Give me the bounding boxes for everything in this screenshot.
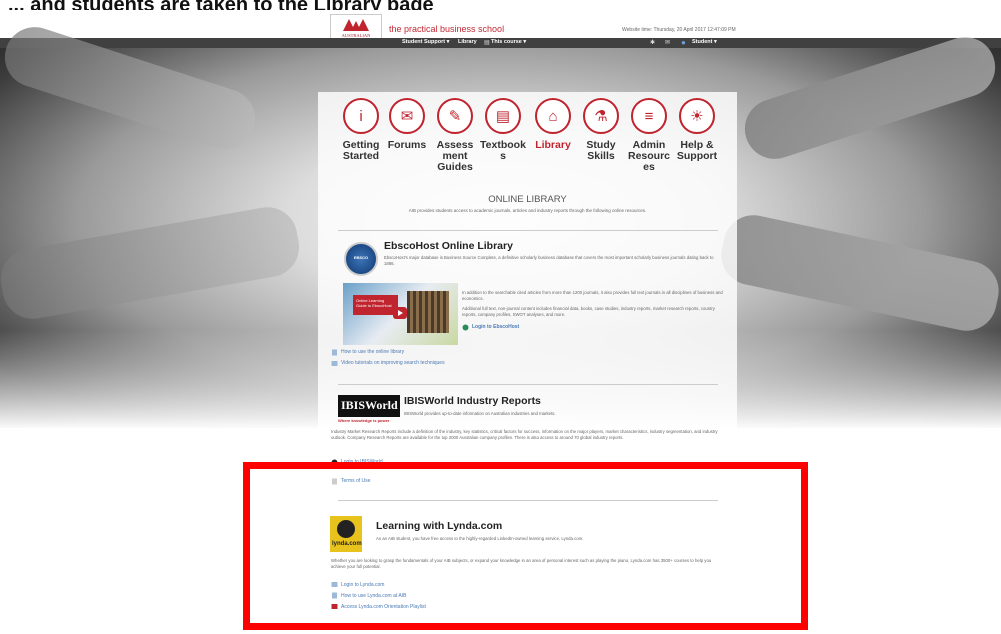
category-forums[interactable]: ✉ Forums — [384, 98, 430, 151]
video-title-bar: Online Learning Guide to EbscoHost — [353, 295, 398, 315]
category-label: Help & Support — [676, 139, 718, 162]
list-icon: ≡ — [631, 98, 667, 134]
ebsco-paragraph: In addition to the searchable cited arti… — [462, 290, 723, 301]
category-label: Forums — [387, 139, 427, 151]
info-icon: i — [343, 98, 379, 134]
settings-icon[interactable]: ✱ — [650, 39, 655, 46]
nav-library[interactable]: Library — [458, 39, 477, 45]
mail-icon[interactable]: ✉ — [665, 39, 670, 46]
category-library[interactable]: ⌂ Library — [530, 98, 576, 151]
nav-student-support[interactable]: Student Support ▾ — [402, 39, 449, 45]
library-icon: ⌂ — [535, 98, 571, 134]
category-textbooks[interactable]: ▤ Textbooks — [480, 98, 526, 162]
ibisworld-logo: IBISWorld — [338, 395, 400, 417]
category-label: Assessment Guides — [436, 139, 474, 173]
category-label: Admin Resources — [627, 139, 670, 173]
category-label: Library — [535, 139, 571, 151]
nav-this-course[interactable]: This course ▾ — [491, 39, 526, 45]
tagline: the practical business school — [389, 24, 505, 34]
ibisworld-tagline: Where knowledge is power — [338, 418, 390, 423]
hand-image — [715, 209, 1001, 337]
aib-logo-mark-icon — [343, 19, 369, 31]
ebsco-login-link[interactable]: Login to EbscoHost — [472, 324, 519, 330]
ebsco-logo: EBSCO — [344, 242, 378, 276]
category-assessment-guides[interactable]: ✎ Assessment Guides — [432, 98, 478, 173]
category-getting-started[interactable]: i Getting Started — [338, 98, 384, 162]
ibisworld-description: IBISWorld provides up-to-date informatio… — [404, 411, 556, 416]
bookshelf-image — [407, 291, 449, 333]
divider — [338, 384, 718, 385]
lightbulb-icon: ☀ — [679, 98, 715, 134]
ibisworld-title: IBISWorld Industry Reports — [404, 395, 541, 407]
book-icon: ▤ — [485, 98, 521, 134]
ibisworld-body: Industry Market Research Reports include… — [331, 429, 718, 440]
avatar-icon: ● — [681, 38, 686, 47]
document-icon: ✎ — [437, 98, 473, 134]
flask-icon: ⚗ — [583, 98, 619, 134]
site-header: AUSTRALIAN INSTITUTE of BUSINESS the pra… — [0, 10, 1001, 52]
category-label: Textbooks — [480, 139, 526, 162]
video-tutorial-link[interactable]: Video tutorials on improving search tech… — [341, 360, 445, 366]
link-icon — [462, 324, 469, 331]
highlight-box — [243, 462, 808, 630]
category-label: Getting Started — [342, 139, 380, 162]
category-label: Study Skills — [586, 139, 616, 162]
category-admin-resources[interactable]: ≡ Admin Resources — [626, 98, 672, 173]
library-help-link[interactable]: How to use the online library — [341, 349, 404, 355]
hand-image — [0, 202, 304, 324]
category-study-skills[interactable]: ⚗ Study Skills — [578, 98, 624, 162]
document-icon — [332, 349, 337, 356]
divider — [338, 230, 718, 231]
category-help-support[interactable]: ☀ Help & Support — [674, 98, 720, 162]
ebsco-video[interactable]: Online Learning Guide to EbscoHost — [343, 283, 458, 345]
ebsco-description: EbscoHost's major database is Business S… — [384, 255, 714, 266]
page-title: ONLINE LIBRARY — [488, 194, 567, 205]
nav-student-menu[interactable]: Student ▾ — [692, 39, 717, 45]
chat-icon: ✉ — [389, 98, 425, 134]
login-info: Website time: Thursday, 20 April 2017 12… — [622, 27, 736, 33]
ebsco-paragraph: Additional full text, non-journal conten… — [462, 306, 715, 317]
course-icon: ▤ — [484, 40, 490, 46]
video-icon — [331, 361, 338, 366]
navbar: Student Support ▾ Library ▤ This course … — [0, 38, 1001, 48]
page-subtitle: AIB provides students access to academic… — [408, 208, 647, 213]
play-icon[interactable] — [393, 307, 407, 319]
ebsco-title: EbscoHost Online Library — [384, 240, 513, 252]
hand-image — [737, 29, 1001, 167]
category-nav: i Getting Started ✉ Forums ✎ Assessment … — [338, 98, 728, 178]
